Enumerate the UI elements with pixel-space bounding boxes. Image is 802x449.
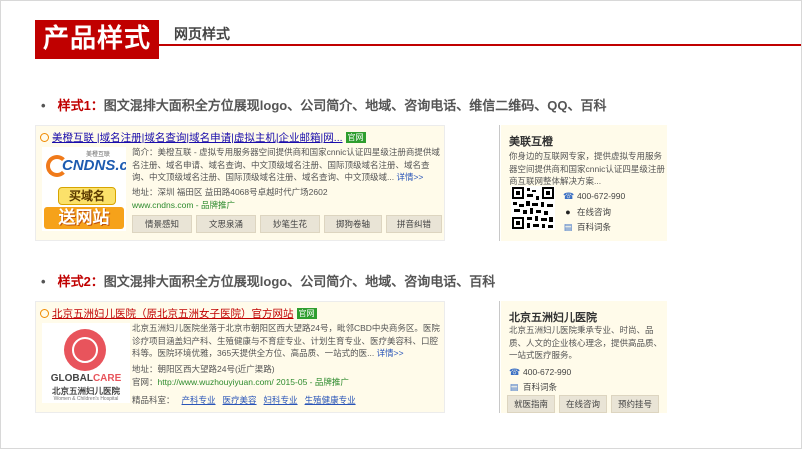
department-row: 精品科室： 产科专业 医疗美容 妇科专业 生殖健康专业 [132, 394, 356, 406]
ad-divider [499, 301, 500, 413]
sub-link-button-2[interactable]: 文思泉涌 [196, 215, 256, 233]
dept-link-3[interactable]: 妇科专业 [264, 395, 298, 405]
style1-ad-url[interactable]: www.cndns.com - 品牌推广 [132, 199, 235, 211]
emblem-ring [72, 337, 98, 363]
desc-prefix: 简介： [132, 147, 158, 157]
brand-b: CARE [92, 373, 122, 384]
bullet: • [41, 98, 46, 113]
wiki-label: 百科词条 [577, 222, 612, 232]
phone-number: 400-672-990 [523, 367, 572, 377]
dept-link-4[interactable]: 生殖健康专业 [305, 395, 356, 405]
style1-heading: • 样式1：图文混排大面积全方位展现logo、公司简介、地域、咨询电话、维信二维码… [41, 95, 606, 114]
page-title: 产品样式 [35, 20, 159, 59]
dept-label: 精品科室： [132, 395, 175, 405]
style2-ad-title-link[interactable]: 北京五洲妇儿医院（原北京五洲女子医院）官方网站 [52, 308, 294, 320]
dept-link-2[interactable]: 医疗美容 [223, 395, 257, 405]
sub-link-button-5[interactable]: 拼音纠错 [386, 215, 442, 233]
style1-heading-text: 图文混排大面积全方位展现logo、公司简介、地域、咨询电话、维信二维码、QQ、百… [103, 98, 607, 113]
phone-number: 400-672-990 [577, 191, 626, 201]
style2-label: 样式2： [57, 274, 104, 289]
logo-brand-text: CNDNS.com [62, 157, 126, 174]
style1-side-description: 你身边的互联网专家，提供虚拟专用服务器空间提供商和国家cnnic认证四星级注册商… [509, 151, 665, 186]
header-divider [159, 44, 801, 46]
style2-heading: • 样式2：图文混排大面积全方位展现logo、公司简介、地域、咨询电话、百科 [41, 271, 495, 290]
style1-label: 样式1： [57, 98, 104, 113]
style1-ad-side: 美联互橙 你身边的互联网专家，提供虚拟专用服务器空间提供商和国家cnnic认证四… [501, 125, 667, 241]
style2-ad-main: 北京五洲妇儿医院（原北京五洲女子医院）官方网站 官网 GLOBALCARE 北京五… [35, 301, 445, 413]
logo-en-text: Women & Children's Hospital [53, 396, 119, 402]
style2-ad-url-row: 官网：http://www.wuzhouyiyuan.com/ 2015-05 … [132, 376, 349, 388]
style1-side-phone[interactable]: ☎ 400-672-990 [563, 191, 625, 202]
appointment-button[interactable]: 预约挂号 [611, 395, 659, 413]
style2-heading-text: 图文混排大面积全方位展现logo、公司简介、地域、咨询电话、百科 [103, 274, 496, 289]
style1-ad-title-row: 美橙互联 |域名注册|域名查询|域名申请|虚拟主机|企业邮箱|网... 官网 [40, 130, 366, 145]
style1-ad-title-link[interactable]: 美橙互联 |域名注册|域名查询|域名申请|虚拟主机|企业邮箱|网... [52, 132, 343, 144]
desc-text: 美橙互联 - 虚拟专用服务器空间提供商和国家cnnic认证四星级注册商提供域名注… [132, 147, 440, 182]
page-subtitle: 网页样式 [174, 26, 230, 42]
style1-side-title[interactable]: 美联互橙 [509, 133, 553, 149]
url-prefix: 官网： [132, 377, 158, 387]
guide-button[interactable]: 就医指南 [507, 395, 555, 413]
sub-link-button-1[interactable]: 情景感知 [132, 215, 192, 233]
logo-gift-text: 送网站 [44, 207, 124, 229]
style1-side-wiki[interactable]: ▤ 百科词条 [563, 221, 611, 233]
logo-brand-text: GLOBALCARE [42, 373, 130, 384]
style2-side-phone[interactable]: ☎ 400-672-990 [509, 367, 571, 378]
official-badge: 官网 [345, 132, 366, 143]
globalcare-logo[interactable]: GLOBALCARE 北京五洲妇儿医院 Women & Children's H… [42, 323, 130, 403]
qr-code-icon [511, 186, 555, 230]
style1-side-consult[interactable]: ● 在线咨询 [563, 206, 611, 218]
slide: 产品样式 网页样式 • 样式1：图文混排大面积全方位展现logo、公司简介、地域、… [0, 0, 802, 449]
details-link[interactable]: 详情>> [396, 172, 423, 182]
dept-link-1[interactable]: 产科专业 [182, 395, 216, 405]
logo-buy-text: 买域名 [58, 187, 116, 205]
cndns-logo[interactable]: 美橙互联 CNDNS.com 买域名 送网站 [42, 147, 126, 231]
brand-o-icon [40, 133, 49, 142]
ad-divider [499, 125, 500, 241]
style1-ad-address: 地址：深圳 福田区 益田路4068号卓越时代广场2602 [132, 187, 328, 197]
details-link[interactable]: 详情>> [377, 348, 404, 358]
style2-ad-side: 北京五洲妇儿医院 北京五洲妇儿医院秉承专业、时尚、品质、人文的企业核心理念，提供… [501, 301, 667, 413]
consult-label: 在线咨询 [577, 207, 612, 217]
style2-side-description: 北京五洲妇儿医院秉承专业、时尚、品质、人文的企业核心理念，提供高品质、一站式医疗… [509, 325, 663, 360]
style2-ad-url[interactable]: http://www.wuzhouyiyuan.com/ 2015-05 - 品… [158, 377, 349, 387]
style2-side-title[interactable]: 北京五洲妇儿医院 [509, 309, 597, 325]
style2-ad-address: 地址：朝阳区西大望路24号(近广渠路) [132, 364, 275, 374]
bullet: • [41, 274, 46, 289]
style2-ad-title-row: 北京五洲妇儿医院（原北京五洲女子医院）官方网站 官网 [40, 306, 317, 321]
style2-side-wiki[interactable]: ▤ 百科词条 [509, 381, 557, 393]
phone-icon: ☎ [563, 191, 575, 201]
style1-ad-main: 美橙互联 |域名注册|域名查询|域名申请|虚拟主机|企业邮箱|网... 官网 美橙… [35, 125, 445, 241]
phone-icon: ☎ [509, 367, 521, 377]
wiki-icon: ▤ [563, 222, 573, 232]
brand-a: GLOBAL [50, 373, 93, 384]
brand-o-icon [40, 309, 49, 318]
style1-ad-description: 简介：美橙互联 - 虚拟专用服务器空间提供商和国家cnnic认证四星级注册商提供… [132, 146, 444, 184]
qq-chat-icon: ● [565, 207, 571, 217]
online-consult-button[interactable]: 在线咨询 [559, 395, 607, 413]
official-badge: 官网 [296, 308, 317, 319]
sub-link-button-4[interactable]: 掷狗卷轴 [324, 215, 382, 233]
wiki-label: 百科词条 [523, 382, 558, 392]
wiki-icon: ▤ [509, 382, 519, 392]
sub-link-button-3[interactable]: 妙笔生花 [260, 215, 320, 233]
style2-ad-description: 北京五洲妇儿医院坐落于北京市朝阳区西大望路24号，毗邻CBD中央商务区。医院诊疗… [132, 322, 442, 360]
